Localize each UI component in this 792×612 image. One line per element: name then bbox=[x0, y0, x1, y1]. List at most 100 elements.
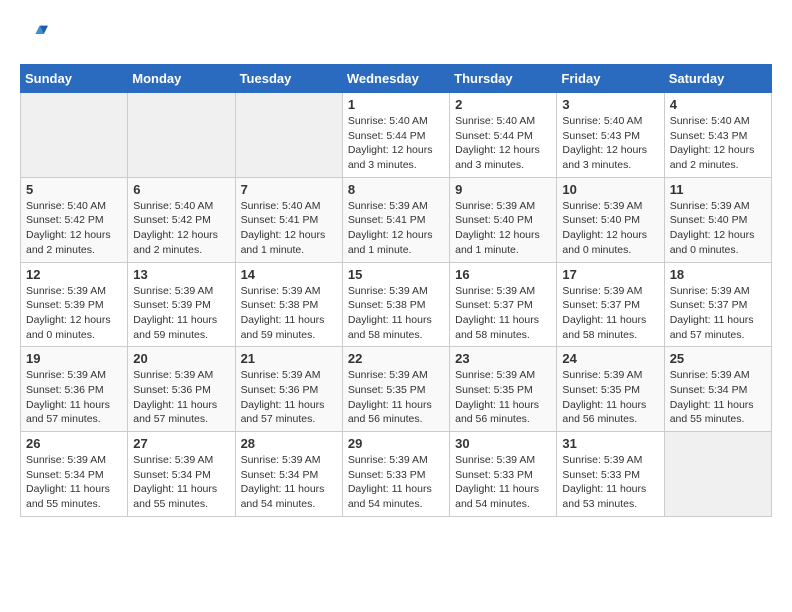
sunrise-text: Sunrise: 5:39 AM bbox=[241, 369, 321, 381]
sunrise-text: Sunrise: 5:39 AM bbox=[348, 200, 428, 212]
calendar-cell: 8Sunrise: 5:39 AMSunset: 5:41 PMDaylight… bbox=[342, 177, 449, 262]
cell-content: Sunrise: 5:39 AMSunset: 5:34 PMDaylight:… bbox=[241, 453, 337, 512]
cell-content: Sunrise: 5:39 AMSunset: 5:34 PMDaylight:… bbox=[670, 368, 766, 427]
sunset-text: Sunset: 5:41 PM bbox=[241, 214, 319, 226]
calendar-cell: 23Sunrise: 5:39 AMSunset: 5:35 PMDayligh… bbox=[450, 347, 557, 432]
sunset-text: Sunset: 5:42 PM bbox=[133, 214, 211, 226]
day-number: 1 bbox=[348, 97, 444, 112]
day-number: 10 bbox=[562, 182, 658, 197]
sunrise-text: Sunrise: 5:40 AM bbox=[455, 115, 535, 127]
day-number: 3 bbox=[562, 97, 658, 112]
day-number: 11 bbox=[670, 182, 766, 197]
cell-content: Sunrise: 5:39 AMSunset: 5:33 PMDaylight:… bbox=[562, 453, 658, 512]
sunset-text: Sunset: 5:36 PM bbox=[241, 384, 319, 396]
calendar-cell bbox=[664, 432, 771, 517]
sunset-text: Sunset: 5:44 PM bbox=[348, 130, 426, 142]
sunrise-text: Sunrise: 5:39 AM bbox=[26, 454, 106, 466]
day-number: 4 bbox=[670, 97, 766, 112]
calendar-cell bbox=[235, 93, 342, 178]
day-number: 15 bbox=[348, 267, 444, 282]
daylight-text: Daylight: 11 hours and 54 minutes. bbox=[348, 483, 432, 510]
daylight-text: Daylight: 11 hours and 55 minutes. bbox=[26, 483, 110, 510]
sunset-text: Sunset: 5:40 PM bbox=[670, 214, 748, 226]
calendar-cell: 13Sunrise: 5:39 AMSunset: 5:39 PMDayligh… bbox=[128, 262, 235, 347]
cell-content: Sunrise: 5:39 AMSunset: 5:37 PMDaylight:… bbox=[670, 284, 766, 343]
calendar-cell: 12 Sunrise: 5:39 AMSunset: 5:39 PMDayligh… bbox=[21, 262, 128, 347]
sunset-text: Sunset: 5:40 PM bbox=[562, 214, 640, 226]
cell-content: Sunrise: 5:39 AMSunset: 5:35 PMDaylight:… bbox=[348, 368, 444, 427]
day-number: 2 bbox=[455, 97, 551, 112]
calendar-cell: 28Sunrise: 5:39 AMSunset: 5:34 PMDayligh… bbox=[235, 432, 342, 517]
daylight-text: Daylight: 11 hours and 58 minutes. bbox=[348, 314, 432, 341]
calendar-week-row: 12 Sunrise: 5:39 AMSunset: 5:39 PMDayligh… bbox=[21, 262, 772, 347]
calendar-cell: 17 Sunrise: 5:39 AMSunset: 5:37 PMDayligh… bbox=[557, 262, 664, 347]
day-number: 19 bbox=[26, 351, 122, 366]
daylight-text: Daylight: 12 hours and 0 minutes. bbox=[26, 314, 111, 341]
daylight-text: Daylight: 11 hours and 56 minutes. bbox=[348, 399, 432, 426]
calendar-cell: 18Sunrise: 5:39 AMSunset: 5:37 PMDayligh… bbox=[664, 262, 771, 347]
calendar-cell: 19Sunrise: 5:39 AMSunset: 5:36 PMDayligh… bbox=[21, 347, 128, 432]
daylight-text: Daylight: 11 hours and 57 minutes. bbox=[26, 399, 110, 426]
sunset-text: Sunset: 5:35 PM bbox=[562, 384, 640, 396]
sunrise-text: Sunrise: 5:39 AM bbox=[133, 454, 213, 466]
calendar-cell: 21Sunrise: 5:39 AMSunset: 5:36 PMDayligh… bbox=[235, 347, 342, 432]
day-number: 9 bbox=[455, 182, 551, 197]
day-number: 12 bbox=[26, 267, 122, 282]
cell-content: Sunrise: 5:39 AMSunset: 5:40 PMDaylight:… bbox=[455, 199, 551, 258]
sunrise-text: Sunrise: 5:40 AM bbox=[26, 200, 106, 212]
daylight-text: Daylight: 12 hours and 2 minutes. bbox=[133, 229, 218, 256]
cell-content: Sunrise: 5:39 AMSunset: 5:40 PMDaylight:… bbox=[670, 199, 766, 258]
daylight-text: Daylight: 11 hours and 58 minutes. bbox=[562, 314, 646, 341]
sunset-text: Sunset: 5:33 PM bbox=[348, 469, 426, 481]
daylight-text: Daylight: 11 hours and 53 minutes. bbox=[562, 483, 646, 510]
sunset-text: Sunset: 5:39 PM bbox=[26, 299, 104, 311]
daylight-text: Daylight: 12 hours and 1 minute. bbox=[455, 229, 540, 256]
sunset-text: Sunset: 5:38 PM bbox=[241, 299, 319, 311]
day-number: 14 bbox=[241, 267, 337, 282]
daylight-text: Daylight: 12 hours and 3 minutes. bbox=[455, 144, 540, 171]
calendar-cell: 11 Sunrise: 5:39 AMSunset: 5:40 PMDayligh… bbox=[664, 177, 771, 262]
sunrise-text: Sunrise: 5:39 AM bbox=[455, 200, 535, 212]
day-number: 31 bbox=[562, 436, 658, 451]
calendar-week-row: 5Sunrise: 5:40 AMSunset: 5:42 PMDaylight… bbox=[21, 177, 772, 262]
sunrise-text: Sunrise: 5:39 AM bbox=[26, 369, 106, 381]
sunrise-text: Sunrise: 5:40 AM bbox=[241, 200, 321, 212]
cell-content: Sunrise: 5:39 AMSunset: 5:38 PMDaylight:… bbox=[348, 284, 444, 343]
sunrise-text: Sunrise: 5:39 AM bbox=[241, 454, 321, 466]
day-header-friday: Friday bbox=[557, 65, 664, 93]
day-number: 17 bbox=[562, 267, 658, 282]
sunrise-text: Sunrise: 5:39 AM bbox=[670, 369, 750, 381]
calendar-cell: 2 Sunrise: 5:40 AM Sunset: 5:44 PM Daylight… bbox=[450, 93, 557, 178]
calendar-cell: 6Sunrise: 5:40 AMSunset: 5:42 PMDaylight… bbox=[128, 177, 235, 262]
cell-content: Sunrise: 5:40 AMSunset: 5:42 PMDaylight:… bbox=[133, 199, 229, 258]
calendar-cell: 16Sunrise: 5:39 AMSunset: 5:37 PMDayligh… bbox=[450, 262, 557, 347]
day-number: 7 bbox=[241, 182, 337, 197]
logo bbox=[20, 20, 52, 48]
calendar-cell: 3Sunrise: 5:40 AMSunset: 5:43 PMDaylight… bbox=[557, 93, 664, 178]
cell-content: Sunrise: 5:40 AMSunset: 5:44 PMDaylight:… bbox=[348, 114, 444, 173]
sunrise-text: Sunrise: 5:39 AM bbox=[455, 369, 535, 381]
sunset-text: Sunset: 5:44 PM bbox=[455, 130, 533, 142]
day-number: 13 bbox=[133, 267, 229, 282]
cell-content: Sunrise: 5:39 AMSunset: 5:39 PMDaylight:… bbox=[26, 284, 122, 343]
sunrise-text: Sunrise: 5:39 AM bbox=[562, 200, 642, 212]
daylight-text: Daylight: 12 hours and 3 minutes. bbox=[348, 144, 433, 171]
calendar-cell: 1 Sunrise: 5:40 AMSunset: 5:44 PMDaylight… bbox=[342, 93, 449, 178]
sunset-text: Sunset: 5:35 PM bbox=[455, 384, 533, 396]
calendar-week-row: 1Sunrise: 5:40 AMSunset: 5:44 PMDaylight… bbox=[21, 93, 772, 178]
daylight-text: Daylight: 11 hours and 54 minutes. bbox=[241, 483, 325, 510]
cell-content: Sunrise: 5:40 AMSunset: 5:42 PMDaylight:… bbox=[26, 199, 122, 258]
cell-content: Sunrise: 5:39 AMSunset: 5:33 PMDaylight:… bbox=[455, 453, 551, 512]
sunset-text: Sunset: 5:38 PM bbox=[348, 299, 426, 311]
daylight-text: Daylight: 12 hours and 0 minutes. bbox=[670, 229, 755, 256]
calendar-cell: 7 Sunrise: 5:40 AM Sunset: 5:41 PM Daylight… bbox=[235, 177, 342, 262]
sunset-text: Sunset: 5:43 PM bbox=[562, 130, 640, 142]
cell-content: Sunrise: 5:39 AMSunset: 5:37 PMDaylight:… bbox=[562, 284, 658, 343]
calendar-table: SundayMondayTuesdayWednesdayThursdayFrid… bbox=[20, 64, 772, 517]
cell-content: Sunrise: 5:39 AMSunset: 5:35 PMDaylight:… bbox=[562, 368, 658, 427]
daylight-text: Daylight: 12 hours and 1 minute. bbox=[241, 229, 326, 256]
day-number: 22 bbox=[348, 351, 444, 366]
sunrise-text: Sunrise: 5:39 AM bbox=[562, 369, 642, 381]
calendar-cell: 30Sunrise: 5:39 AMSunset: 5:33 PMDayligh… bbox=[450, 432, 557, 517]
sunrise-text: Sunrise: 5:40 AM bbox=[670, 115, 750, 127]
